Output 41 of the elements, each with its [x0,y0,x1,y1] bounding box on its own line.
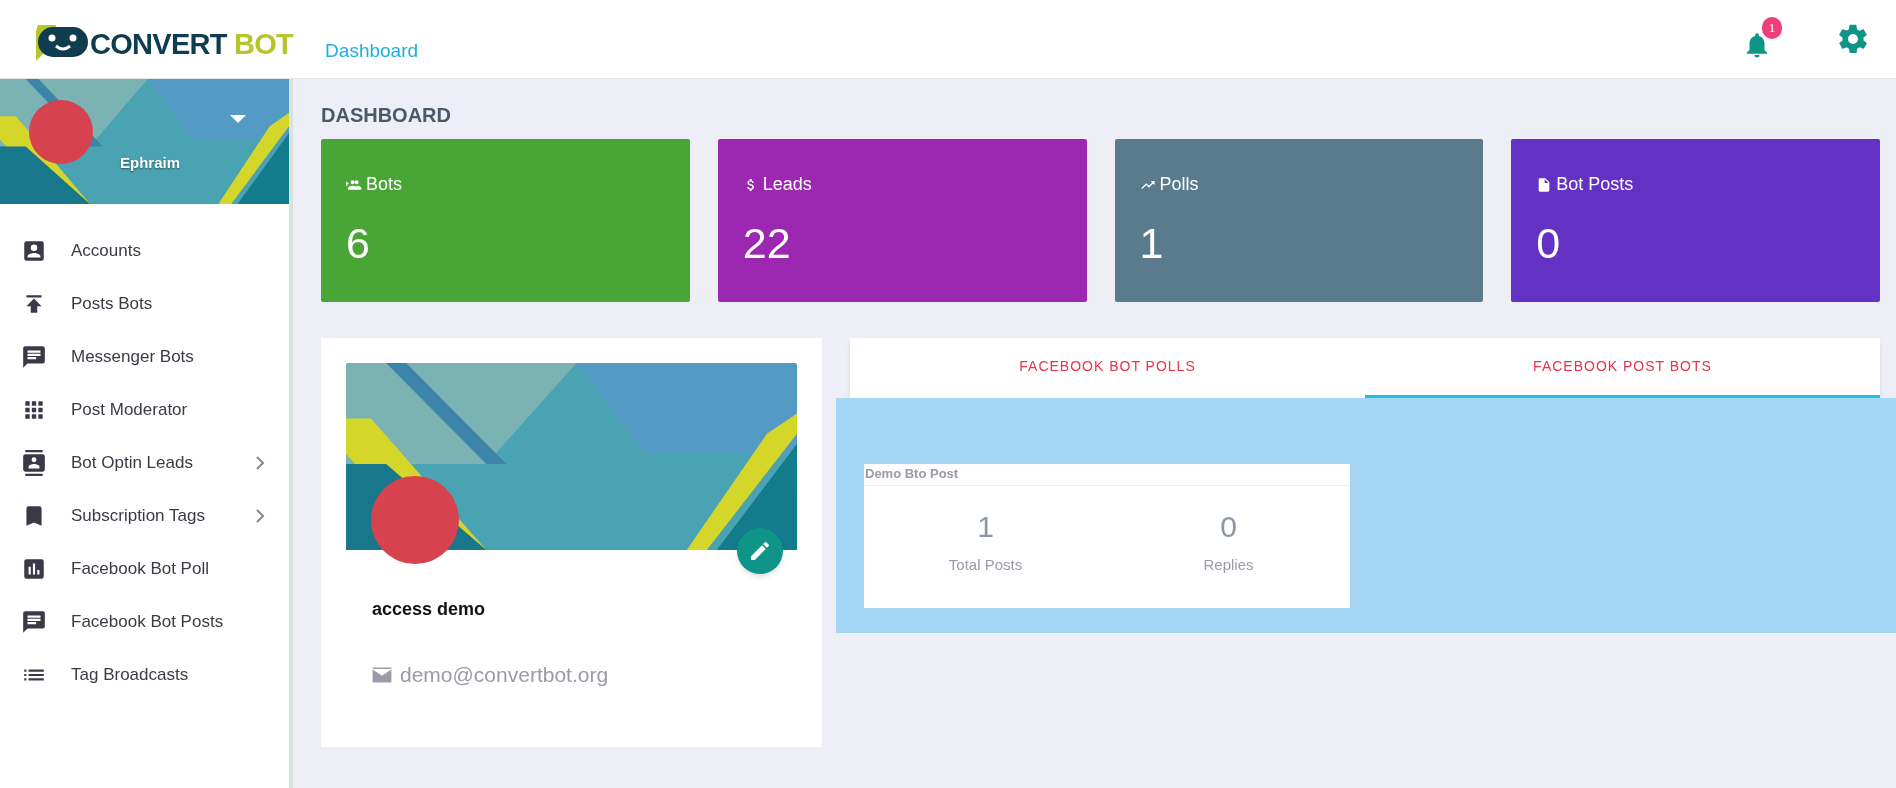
tab[interactable]: FACEBOOK BOT POLLS [850,338,1365,398]
settings-button[interactable] [1836,22,1870,56]
stat-label: Bots [366,173,403,196]
stat-value: 1 [1139,222,1165,265]
user-name: Ephraim [120,153,180,173]
sidebar-item[interactable]: Facebook Bot Poll [0,542,289,595]
chevron-right-icon [255,455,265,470]
logo-text: CONVERT BOT [90,30,294,59]
sidebar-item[interactable]: Accounts [0,224,289,277]
notification-count-badge: 1 [1762,17,1782,39]
sidebar-item[interactable]: Post Moderator [0,383,289,436]
metric-value: 0 [1220,512,1237,542]
metric-value: 1 [977,512,994,542]
profile-name: access demo [372,598,487,621]
dropdown-caret-icon[interactable] [230,115,246,123]
contact-card-icon [21,449,47,476]
page-title: DASHBOARD [321,105,452,125]
sidebar-item[interactable]: Facebook Bot Posts [0,595,289,648]
stat-label: Bot Posts [1556,173,1634,196]
stat-value: 6 [346,222,371,265]
sidebar-item[interactable]: Tag Broadcasts [0,648,289,701]
stat-value: 0 [1536,222,1562,265]
email-icon [372,666,392,683]
notifications-button[interactable]: 1 [1742,17,1784,61]
sidebar-item[interactable]: Subscription Tags [0,489,289,542]
sidebar-item[interactable]: Messenger Bots [0,330,289,383]
stat-label: Leads [762,173,812,196]
metric-label: Replies [1203,555,1254,575]
sidebar-item[interactable]: Bot Optin Leads [0,436,289,489]
stat-value: 22 [742,222,792,265]
post-title: Demo Bto Post [864,464,1350,486]
message-icon [21,343,47,370]
chevron-right-icon [255,508,265,523]
edit-profile-button[interactable] [737,528,783,574]
message-icon [21,608,47,635]
settings-icon [1836,22,1870,56]
stat-label: Polls [1159,173,1199,196]
sidebar-item[interactable]: Posts Bots [0,277,289,330]
pencil-icon [748,539,772,563]
metric-label: Total Posts [948,555,1023,575]
profile-email: demo@convertbot.org [400,662,609,688]
